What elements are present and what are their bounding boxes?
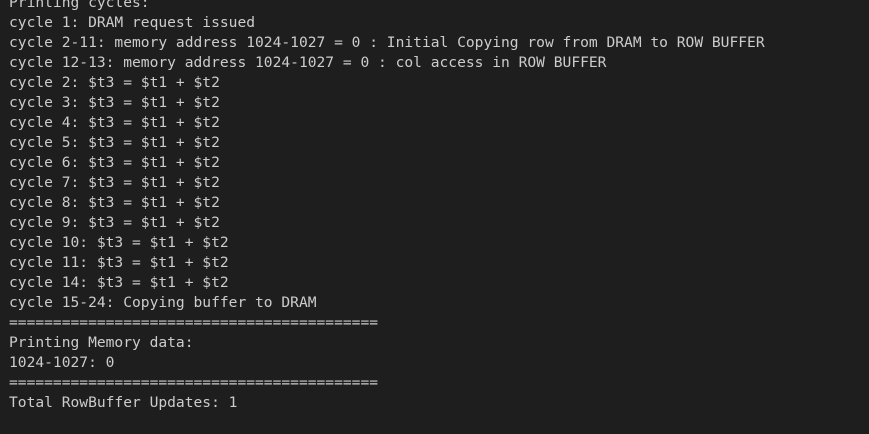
- output-line: cycle 1: DRAM request issued: [9, 14, 256, 31]
- output-line: cycle 12-13: memory address 1024-1027 = …: [9, 54, 607, 71]
- terminal-panel[interactable]: Printing cycles: cycle 1: DRAM request i…: [0, 0, 869, 434]
- output-line: cycle 7: $t3 = $t1 + $t2: [9, 174, 220, 191]
- output-line: cycle 15-24: Copying buffer to DRAM: [9, 294, 317, 311]
- output-line: 1024-1027: 0: [9, 354, 115, 371]
- output-line: cycle 9: $t3 = $t1 + $t2: [9, 214, 220, 231]
- separator-line: ========================================…: [9, 374, 379, 391]
- output-line: cycle 8: $t3 = $t1 + $t2: [9, 194, 220, 211]
- output-line: cycle 14: $t3 = $t1 + $t2: [9, 274, 229, 291]
- output-summary: Total RowBuffer Updates: 1: [9, 394, 238, 411]
- output-line: cycle 6: $t3 = $t1 + $t2: [9, 154, 220, 171]
- separator-line: ========================================…: [9, 314, 379, 331]
- output-line: cycle 10: $t3 = $t1 + $t2: [9, 234, 229, 251]
- output-heading-cycles: Printing cycles:: [9, 0, 150, 11]
- output-line: cycle 2: $t3 = $t1 + $t2: [9, 74, 220, 91]
- output-line: cycle 2-11: memory address 1024-1027 = 0…: [9, 34, 765, 51]
- output-line: cycle 5: $t3 = $t1 + $t2: [9, 134, 220, 151]
- terminal-output: Printing cycles: cycle 1: DRAM request i…: [9, 0, 765, 413]
- output-line: cycle 3: $t3 = $t1 + $t2: [9, 94, 220, 111]
- output-line: cycle 4: $t3 = $t1 + $t2: [9, 114, 220, 131]
- output-line: cycle 11: $t3 = $t1 + $t2: [9, 254, 229, 271]
- output-heading-memory: Printing Memory data:: [9, 334, 194, 351]
